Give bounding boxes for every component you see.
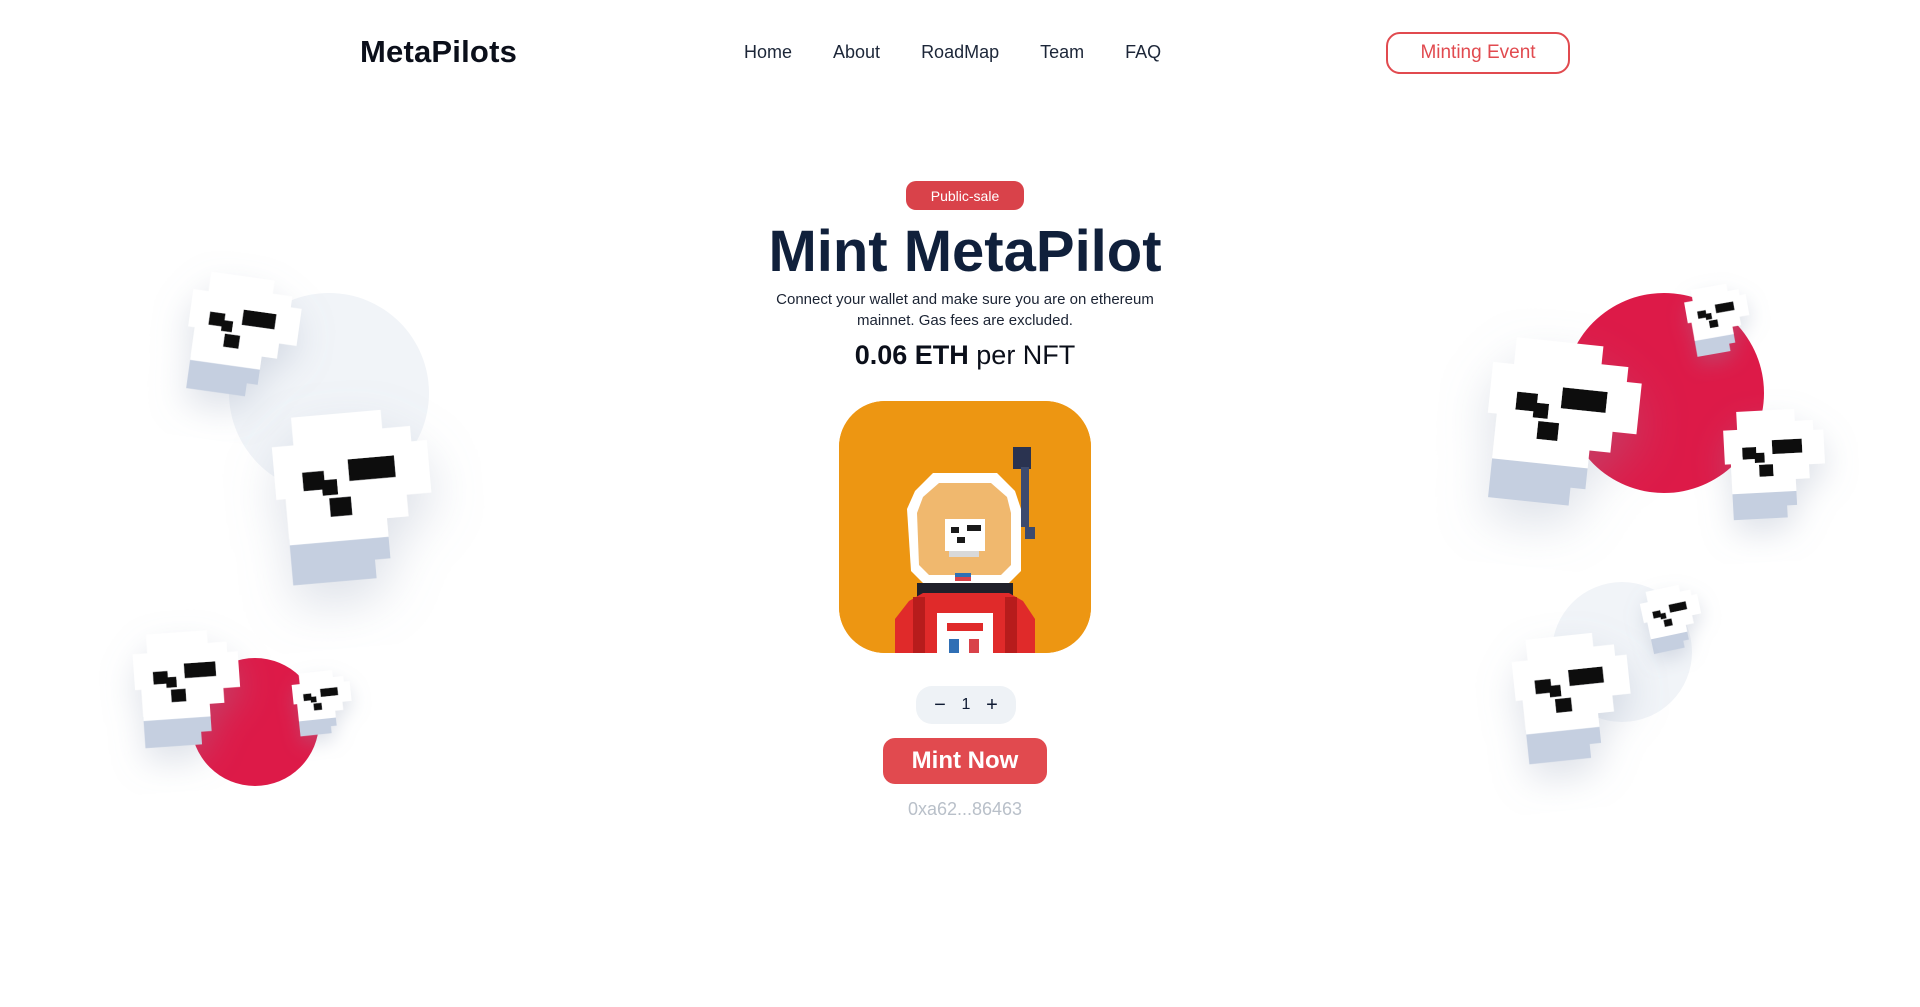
nav-link-about[interactable]: About xyxy=(833,42,880,63)
mint-instructions: Connect your wallet and make sure you ar… xyxy=(740,289,1190,331)
skull-icon xyxy=(131,628,244,749)
mint-instructions-line1: Connect your wallet and make sure you ar… xyxy=(776,291,1154,308)
quantity-value: 1 xyxy=(961,696,971,713)
mint-now-button[interactable]: Mint Now xyxy=(883,738,1047,784)
left-bottom-red-circle xyxy=(191,658,319,786)
skull-icon xyxy=(1637,581,1708,655)
right-bottom-grey-circle xyxy=(1552,582,1692,722)
connected-wallet-address: 0xa62...86463 xyxy=(907,799,1023,819)
nav-link-roadmap[interactable]: RoadMap xyxy=(921,42,999,63)
main-menu: Home About RoadMap Team FAQ xyxy=(744,42,1161,63)
nav-link-home[interactable]: Home xyxy=(744,42,792,63)
nft-preview-image xyxy=(839,401,1091,653)
sale-status-badge: Public-sale xyxy=(906,181,1024,210)
right-top-red-circle xyxy=(1564,293,1764,493)
skull-icon xyxy=(290,668,355,737)
skull-icon xyxy=(179,269,306,403)
minting-event-button[interactable]: Minting Event xyxy=(1386,32,1570,74)
quantity-stepper: − 1 + xyxy=(916,686,1016,724)
top-navbar: MetaPilots Home About RoadMap Team FAQ M… xyxy=(0,0,1920,104)
decrement-button[interactable]: − xyxy=(930,694,950,717)
price-amount: 0.06 ETH xyxy=(854,340,969,370)
left-top-grey-circle xyxy=(229,293,429,493)
astronaut-pilot-illustration xyxy=(839,401,1091,653)
skull-icon xyxy=(1509,629,1637,766)
price-suffix: per NFT xyxy=(976,340,1076,370)
nav-link-team[interactable]: Team xyxy=(1040,42,1084,63)
page-title: Mint MetaPilot xyxy=(768,219,1162,284)
nav-link-faq[interactable]: FAQ xyxy=(1125,42,1161,63)
skull-icon xyxy=(269,406,439,587)
skull-icon xyxy=(1722,407,1828,521)
price-per-nft: 0.06 ETH per NFT xyxy=(0,340,1920,371)
brand-logo[interactable]: MetaPilots xyxy=(360,34,517,70)
mint-instructions-line2: mainnet. Gas fees are excluded. xyxy=(857,312,1073,329)
increment-button[interactable]: + xyxy=(982,694,1002,717)
